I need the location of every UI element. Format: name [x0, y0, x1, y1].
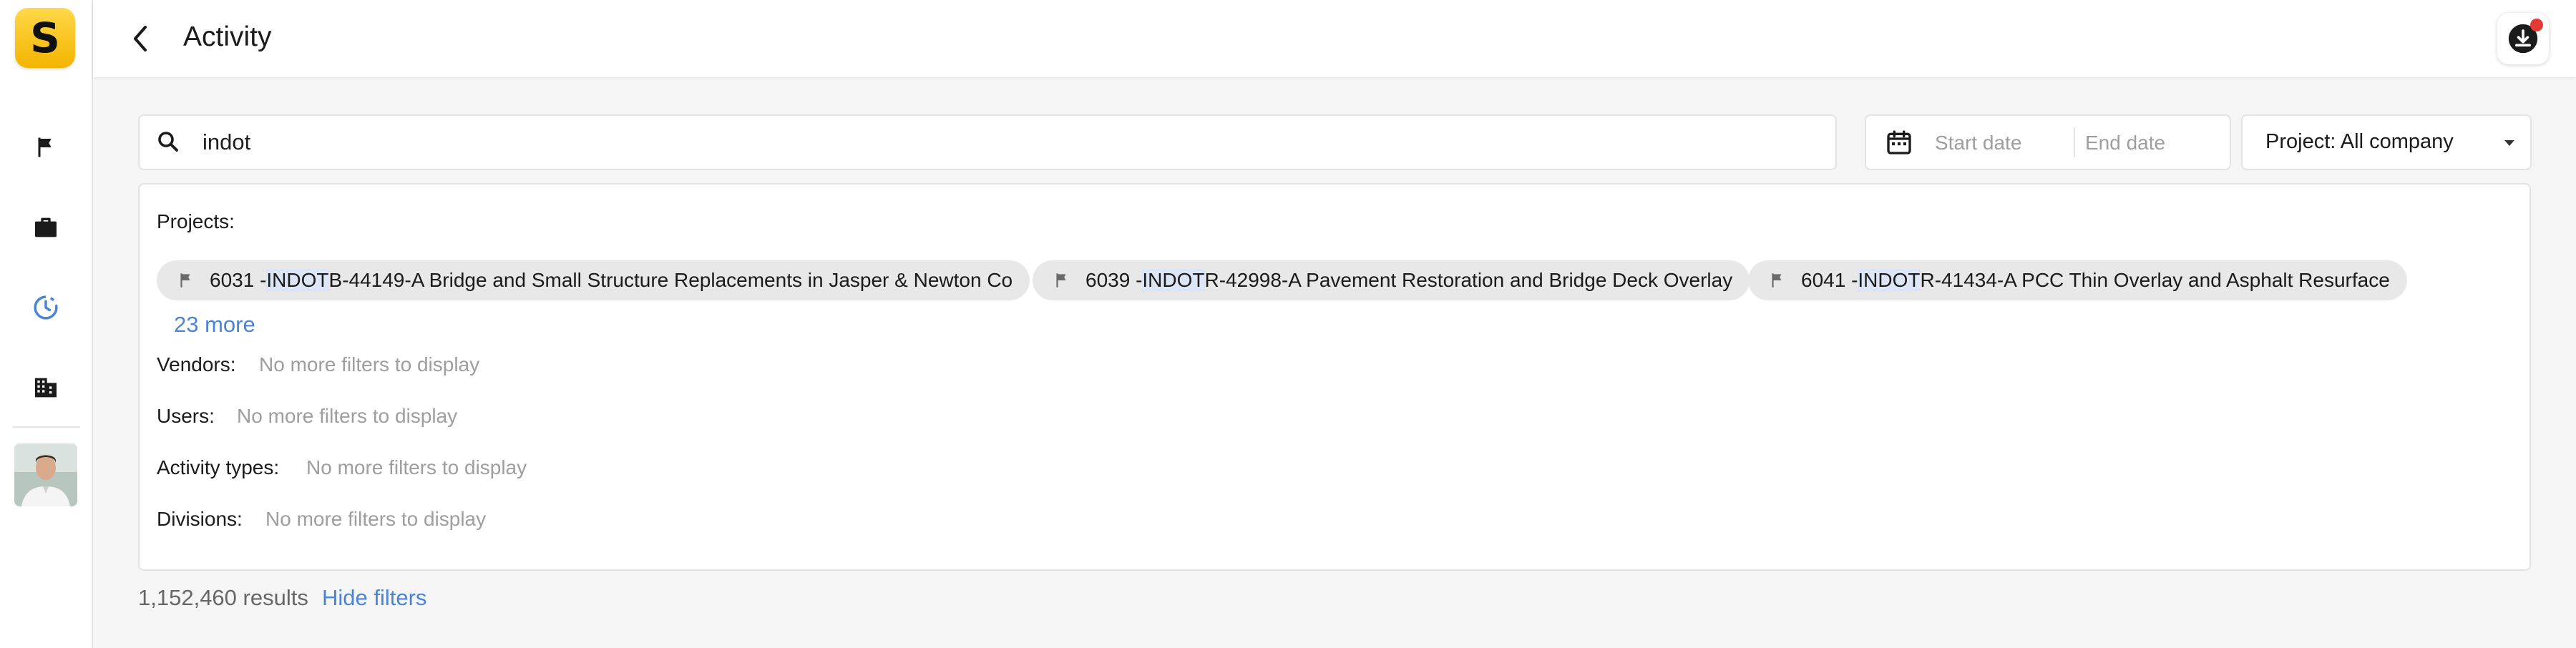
nav-projects-flag-icon[interactable] [29, 130, 63, 165]
project-chip[interactable]: 6031 - INDOT B-44149-A Bridge and Small … [157, 260, 1030, 300]
vendors-label: Vendors: [157, 353, 236, 375]
users-empty: No more filters to display [237, 405, 458, 427]
more-projects-link[interactable]: 23 more [174, 312, 255, 338]
divisions-empty: No more filters to display [265, 508, 487, 530]
chip-highlight: INDOT [266, 269, 329, 292]
nav-activity-clock-icon[interactable] [29, 290, 63, 325]
top-header: Activity [93, 0, 2576, 77]
users-label: Users: [157, 405, 215, 427]
project-chip[interactable]: 6039 - INDOT R-42998-A Pavement Restorat… [1033, 260, 1750, 300]
page-title: Activity [183, 21, 272, 52]
chip-prefix: 6039 - [1085, 269, 1143, 291]
app-logo[interactable]: S [15, 8, 75, 68]
project-chip[interactable]: 6041 - INDOT R-41434-A PCC Thin Overlay … [1748, 260, 2407, 300]
search-box [138, 114, 1837, 170]
project-select[interactable]: Project: All company [2241, 114, 2532, 170]
flag-icon [177, 270, 195, 290]
sidebar-divider [13, 426, 80, 428]
chip-prefix: 6031 - [210, 269, 267, 291]
chip-highlight: INDOT [1858, 269, 1921, 292]
search-icon [158, 132, 178, 152]
search-input[interactable] [201, 126, 1778, 159]
caret-down-icon [2504, 140, 2514, 146]
chip-suffix: B-44149-A Bridge and Small Structure Rep… [328, 269, 1013, 291]
calendar-icon [1887, 130, 1911, 154]
chip-suffix: R-41434-A PCC Thin Overlay and Asphalt R… [1920, 269, 2390, 291]
vendors-empty: No more filters to display [259, 353, 480, 375]
chip-prefix: 6041 - [1801, 269, 1858, 291]
activity-types-label: Activity types: [157, 456, 280, 478]
nav-briefcase-icon[interactable] [29, 210, 63, 245]
project-select-label: Project: All company [2265, 130, 2454, 153]
flag-icon [1053, 270, 1071, 290]
notification-dot [2530, 19, 2543, 31]
date-separator [2074, 127, 2075, 157]
logo-letter: S [30, 14, 60, 62]
project-select-value: All company [2340, 130, 2454, 153]
activity-types-empty: No more filters to display [306, 456, 527, 478]
user-avatar[interactable] [14, 443, 77, 506]
hide-filters-link[interactable]: Hide filters [322, 585, 426, 611]
date-range-picker[interactable]: Start date End date [1865, 114, 2231, 170]
back-button[interactable] [122, 20, 159, 57]
chip-suffix: R-42998-A Pavement Restoration and Bridg… [1204, 269, 1733, 291]
flag-icon [1768, 270, 1787, 290]
nav-building-icon[interactable] [29, 370, 63, 405]
download-button[interactable] [2497, 13, 2549, 64]
sidebar: S [0, 0, 93, 648]
results-count: 1,152,460 results [138, 585, 308, 610]
chevron-left-icon [134, 26, 147, 51]
divisions-label: Divisions: [157, 508, 243, 530]
projects-label: Projects: [157, 210, 235, 232]
end-date-field[interactable]: End date [2085, 132, 2165, 154]
start-date-field[interactable]: Start date [1935, 132, 2021, 154]
chip-highlight: INDOT [1142, 269, 1205, 292]
filters-panel: Projects: 6031 - INDOT B-44149-A Bridge … [138, 183, 2531, 571]
